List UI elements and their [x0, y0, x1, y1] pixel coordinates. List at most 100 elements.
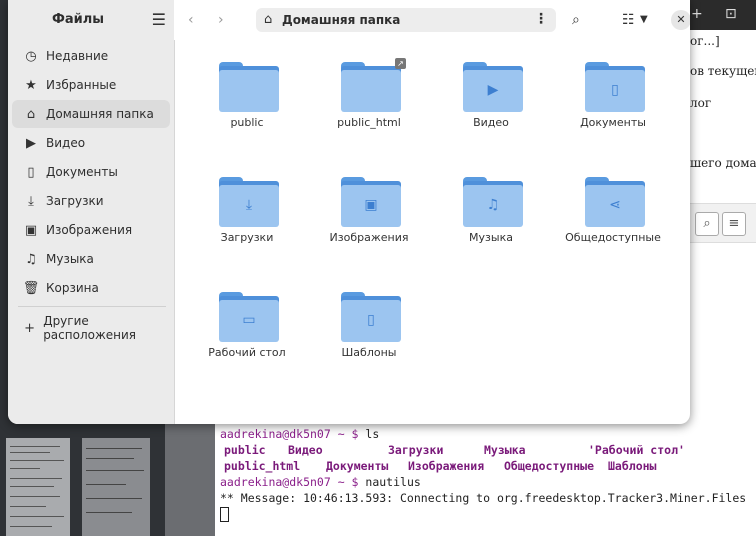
terminal-line: ** Message: 10:46:13.593: Connecting to …: [220, 490, 746, 506]
sidebar-item-label: Недавние: [46, 49, 109, 63]
sidebar-item[interactable]: ▣ Изображения: [12, 216, 170, 244]
terminal-window[interactable]: aadrekina@dk5n07 ~ $ ls public Видео Загру…: [165, 420, 756, 536]
symlink-icon: ↗: [395, 58, 406, 69]
trash-icon: 🗑: [22, 280, 40, 296]
folder-item[interactable]: ♫ Музыка: [431, 155, 551, 265]
sidebar-item[interactable]: ◷ Недавние: [12, 42, 170, 70]
back-button[interactable]: ‹: [188, 12, 194, 28]
ls-entry: Музыка: [484, 443, 526, 457]
sidebar-item[interactable]: ⌂ Домашняя папка: [12, 100, 170, 128]
folder-item[interactable]: ▣ Изображения: [309, 155, 429, 265]
folder-item[interactable]: ▯ Шаблоны: [309, 270, 429, 380]
view-options-chevron-down-icon[interactable]: ▼: [640, 14, 648, 25]
folder-item[interactable]: ↗ public_html: [309, 40, 429, 150]
background-text-line: ов текущего: [690, 64, 756, 78]
pathbar[interactable]: ⌂ Домашняя папка ⋮: [256, 8, 556, 32]
sidebar-separator: [18, 306, 166, 307]
document-icon: ▯: [27, 164, 35, 180]
folder-emblem-icon: ▶: [487, 82, 499, 98]
sidebar-item-other-locations[interactable]: + Другие расположения: [12, 314, 170, 342]
terminal-cursor: [220, 507, 229, 522]
folder-item[interactable]: ▭ Рабочий стол: [187, 270, 307, 380]
terminal-command: ls: [358, 427, 380, 441]
sidebar-item-label: Домашняя папка: [46, 107, 154, 121]
folder-emblem-icon: ▯: [611, 82, 619, 98]
tab-list-icon: ⊡: [725, 6, 737, 22]
sidebar-item[interactable]: ▯ Документы: [12, 158, 170, 186]
folder-emblem-icon: ⋖: [609, 197, 621, 213]
background-text-line: шего домаш: [690, 156, 756, 170]
folder-item[interactable]: ⋖ Общедоступные: [553, 155, 673, 265]
folder-icon: ▭: [219, 292, 279, 342]
sidebar-item[interactable]: 🗑 Корзина: [12, 274, 170, 302]
folder-icon: ▯: [341, 292, 401, 342]
sidebar: Файлы ☰ ◷ Недавние ★ Избранные ⌂ Домашняя пап…: [8, 0, 175, 424]
new-tab-icon: +: [691, 6, 703, 22]
terminal-prompt: aadrekina@dk5n07 ~ $: [220, 427, 359, 441]
terminal-command: nautilus: [358, 475, 421, 489]
sidebar-item[interactable]: ⤓ Загрузки: [12, 187, 170, 215]
terminal-line: public Видео Загрузки Музыка 'Рабочий стол': [220, 442, 685, 458]
sidebar-item-label: Другие расположения: [43, 314, 137, 342]
terminal-cursor-line: [220, 506, 229, 522]
background-document-thumbnail: [82, 438, 150, 536]
ls-entry: public_html: [224, 459, 301, 473]
sidebar-item-label: Музыка: [46, 252, 94, 266]
search-icon: ⌕: [695, 212, 719, 236]
terminal-prompt: aadrekina@dk5n07 ~ $: [220, 475, 359, 489]
video-icon: ▶: [26, 135, 36, 151]
sidebar-item-label: Изображения: [46, 223, 133, 237]
hamburger-menu-icon[interactable]: ☰: [152, 10, 166, 29]
background-text-line: ог...]: [690, 34, 720, 48]
plus-icon: +: [24, 320, 36, 336]
list-view-icon[interactable]: ☷: [622, 12, 635, 28]
terminal-line: aadrekina@dk5n07 ~ $ ls: [220, 426, 379, 442]
folder-item[interactable]: ▶ Видео: [431, 40, 551, 150]
home-icon: ⌂: [264, 12, 273, 27]
sidebar-item-label: Загрузки: [46, 194, 104, 208]
background-document-thumbnail: [6, 438, 70, 536]
sidebar-item[interactable]: ♫ Музыка: [12, 245, 170, 273]
headerbar: ‹ › ⌂ Домашняя папка ⋮ ⌕ ☷ ▼: [174, 0, 690, 40]
folder-icon: ⤓: [219, 177, 279, 227]
app-title: Файлы: [51, 12, 105, 27]
search-icon[interactable]: ⌕: [572, 12, 580, 28]
folder-emblem-icon: ♫: [486, 197, 500, 213]
folder-icon: [341, 62, 401, 112]
folder-label: public_html: [337, 116, 401, 129]
background-text-line: лог: [690, 96, 712, 110]
folder-label: Общедоступные: [565, 231, 661, 244]
sidebar-item[interactable]: ▶ Видео: [12, 129, 170, 157]
ls-entry: 'Рабочий стол': [588, 443, 685, 457]
path-menu-button[interactable]: ⋮: [534, 11, 548, 27]
ls-entry: Видео: [288, 443, 323, 457]
sidebar-item[interactable]: ★ Избранные: [12, 71, 170, 99]
folder-label: Рабочий стол: [208, 346, 286, 359]
terminal-line: public_html Документы Изображения Общедосту…: [220, 458, 656, 474]
terminal-gutter: [165, 420, 215, 536]
folder-label: Документы: [580, 116, 646, 129]
folder-emblem-icon: ⤓: [245, 197, 253, 213]
folder-label: public: [230, 116, 264, 129]
forward-button[interactable]: ›: [218, 12, 224, 28]
folder-emblem-icon: ▭: [242, 312, 256, 328]
close-icon[interactable]: ✕: [671, 10, 690, 30]
music-icon: ♫: [25, 251, 37, 267]
folder-icon: ⋖: [585, 177, 645, 227]
folder-item[interactable]: ⤓ Загрузки: [187, 155, 307, 265]
sidebar-item-label: Видео: [46, 136, 86, 150]
file-manager-window: Файлы ☰ ◷ Недавние ★ Избранные ⌂ Домашняя пап…: [8, 0, 690, 424]
folder-item[interactable]: ▯ Документы: [553, 40, 673, 150]
sidebar-header: Файлы ☰: [8, 0, 174, 40]
ls-entry: public: [224, 443, 266, 457]
ls-entry: Загрузки: [388, 443, 444, 457]
terminal-line: aadrekina@dk5n07 ~ $ nautilus: [220, 474, 421, 490]
ls-entry: Общедоступные: [504, 459, 595, 473]
folder-label: Видео: [473, 116, 509, 129]
folder-emblem-icon: ▣: [364, 197, 378, 213]
folder-item[interactable]: public: [187, 40, 307, 150]
ls-entry: Шаблоны: [608, 459, 657, 473]
path-label: Домашняя папка: [282, 13, 401, 27]
star-icon: ★: [25, 77, 37, 93]
image-icon: ▣: [24, 222, 38, 238]
